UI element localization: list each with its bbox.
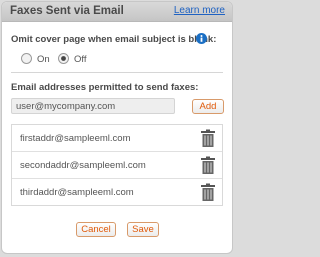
list-item: secondaddr@sampleeml.com [12,152,222,179]
cancel-button[interactable]: Cancel [76,222,116,237]
panel-header: Faxes Sent via Email Learn more [2,2,232,22]
email-input[interactable] [11,98,175,114]
trash-icon[interactable] [200,156,216,175]
add-button[interactable]: Add [192,99,224,114]
radio-on-label: On [37,54,50,65]
radio-on[interactable] [21,53,32,64]
info-icon[interactable] [196,33,207,44]
radio-off[interactable] [58,53,69,64]
omit-cover-label: Omit cover page when email subject is bl… [11,34,217,45]
save-button[interactable]: Save [127,222,159,237]
fax-email-panel: Faxes Sent via Email Learn more Omit cov… [1,1,233,254]
radio-off-label: Off [74,54,87,65]
trash-icon[interactable] [200,129,216,148]
list-item: thirdaddr@sampleeml.com [12,179,222,206]
address-text: firstaddr@sampleeml.com [20,133,131,144]
learn-more-link[interactable]: Learn more [174,5,225,16]
address-text: secondaddr@sampleeml.com [20,160,146,171]
addresses-label: Email addresses permitted to send faxes: [11,82,199,93]
list-item: firstaddr@sampleeml.com [12,125,222,152]
panel-title: Faxes Sent via Email [10,5,124,17]
address-text: thirdaddr@sampleeml.com [20,187,134,198]
trash-icon[interactable] [200,183,216,202]
address-list: firstaddr@sampleeml.com secondaddr@sampl… [11,124,223,206]
divider [11,72,223,73]
